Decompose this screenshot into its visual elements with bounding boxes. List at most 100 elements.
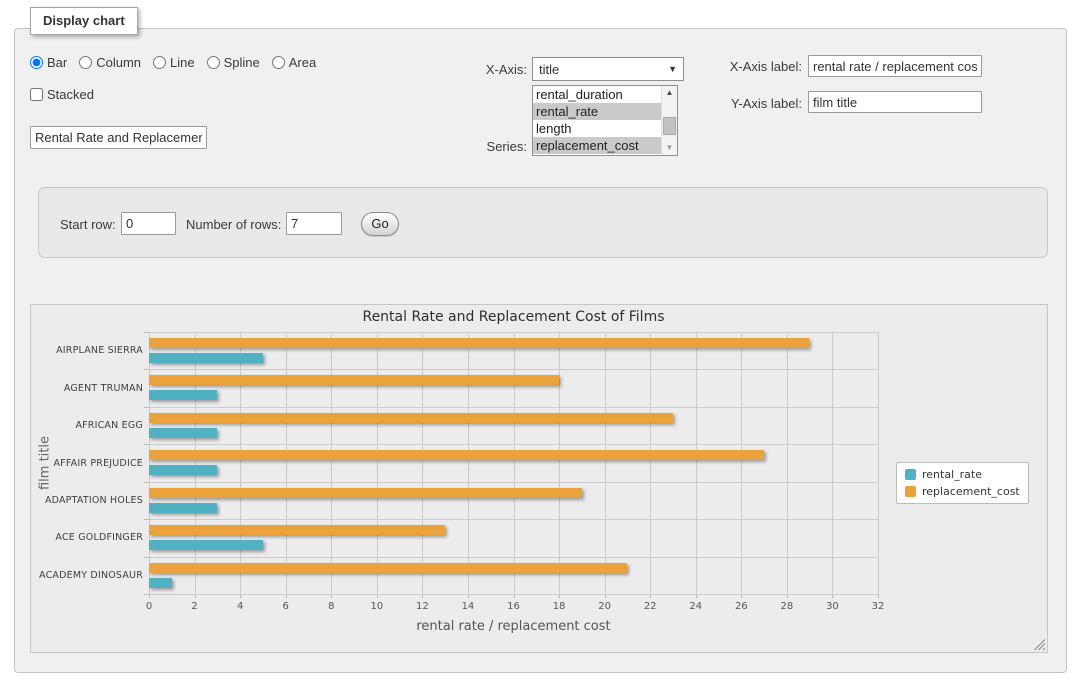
axis-tick [144, 557, 149, 558]
gridline [331, 332, 332, 594]
x-tick-label: 2 [170, 601, 220, 612]
start-row-label: Start row: [60, 217, 116, 232]
stacked-checkbox[interactable] [30, 88, 43, 101]
legend-item-rental_rate[interactable]: rental_rate [905, 468, 1020, 481]
x-tick-label: 24 [671, 601, 721, 612]
chart-title: Rental Rate and Replacement Cost of Film… [149, 309, 878, 325]
category-label: ACE GOLDFINGER [31, 532, 143, 543]
stacked-row: Stacked [30, 87, 102, 102]
radio-bar[interactable] [30, 56, 43, 69]
stacked-option[interactable]: Stacked [30, 87, 94, 102]
x-tick-label: 12 [397, 601, 447, 612]
scroll-up-icon[interactable]: ▲ [662, 86, 677, 100]
category-label: AFRICAN EGG [31, 420, 143, 431]
series-option-length[interactable]: length [533, 120, 661, 137]
gridline [878, 332, 879, 594]
x-tick-label: 0 [124, 601, 174, 612]
x-tick-label: 20 [580, 601, 630, 612]
axis-tick [144, 519, 149, 520]
bar-replacement_cost [149, 413, 673, 423]
radio-area[interactable] [272, 56, 285, 69]
legend-swatch [905, 469, 916, 480]
series-option-replacement_cost[interactable]: replacement_cost [533, 137, 661, 154]
category-label: AFFAIR PREJUDICE [31, 458, 143, 469]
x-axis-select[interactable]: title ▼ [532, 57, 684, 81]
gridline [149, 557, 878, 558]
fieldset-legend: Display chart [30, 7, 138, 35]
bar-replacement_cost [149, 375, 559, 385]
category-label: AIRPLANE SIERRA [31, 345, 143, 356]
x-axis-label-label: X-Axis label: [720, 59, 802, 74]
bar-replacement_cost [149, 338, 809, 348]
x-tick-label: 4 [215, 601, 265, 612]
x-axis-title: rental rate / replacement cost [149, 619, 878, 634]
radio-line[interactable] [153, 56, 166, 69]
start-row-input[interactable] [121, 212, 176, 235]
x-tick-label: 26 [716, 601, 766, 612]
chart-legend: rental_rate replacement_cost [896, 462, 1029, 504]
go-button[interactable]: Go [361, 212, 399, 236]
y-axis-label-label: Y-Axis label: [720, 96, 802, 111]
x-axis-selected-value: title [539, 62, 559, 77]
gridline [377, 332, 378, 594]
chart-type-option-area[interactable]: Area [272, 55, 316, 70]
bar-rental_rate [149, 428, 217, 438]
gridline [149, 444, 878, 445]
y-axis-label-input[interactable] [808, 91, 982, 113]
gridline [240, 332, 241, 594]
category-label: AGENT TRUMAN [31, 383, 143, 394]
radio-label: Bar [47, 55, 67, 70]
scrollbar-thumb[interactable] [663, 117, 676, 135]
bar-replacement_cost [149, 488, 582, 498]
scroll-down-icon[interactable]: ▼ [662, 141, 677, 155]
axis-tick [144, 332, 149, 333]
gridline [650, 332, 651, 594]
num-rows-label: Number of rows: [186, 217, 281, 232]
radio-spline[interactable] [207, 56, 220, 69]
bar-replacement_cost [149, 563, 627, 573]
series-listbox[interactable]: rental_durationrental_ratelengthreplacem… [532, 85, 678, 156]
gridline [422, 332, 423, 594]
bar-rental_rate [149, 578, 172, 588]
radio-column[interactable] [79, 56, 92, 69]
chart-type-option-spline[interactable]: Spline [207, 55, 260, 70]
bar-rental_rate [149, 390, 217, 400]
chart-title-input[interactable] [30, 126, 207, 149]
chart-type-option-column[interactable]: Column [79, 55, 141, 70]
bar-rental_rate [149, 465, 217, 475]
radio-label: Column [96, 55, 141, 70]
plot-area [149, 332, 878, 594]
gridline [149, 594, 878, 595]
radio-label: Spline [224, 55, 260, 70]
x-tick-label: 30 [807, 601, 857, 612]
series-select-label: Series: [460, 139, 527, 154]
resize-handle-icon[interactable] [1033, 638, 1045, 650]
gridline [149, 407, 878, 408]
legend-swatch [905, 486, 916, 497]
chart-type-option-line[interactable]: Line [153, 55, 195, 70]
series-option-rental_duration[interactable]: rental_duration [533, 86, 661, 103]
series-scrollbar[interactable]: ▲ ▼ [661, 86, 677, 155]
x-axis-label-input[interactable] [808, 55, 982, 77]
page: Display chart Bar Column Line Spline Area St… [0, 0, 1081, 681]
axis-tick [144, 482, 149, 483]
gridline [149, 332, 150, 594]
series-options: rental_durationrental_ratelengthreplacem… [533, 86, 661, 154]
x-tick-label: 14 [443, 601, 493, 612]
x-axis-select-label: X-Axis: [440, 62, 527, 77]
axis-tick [144, 444, 149, 445]
num-rows-input[interactable] [286, 212, 342, 235]
gridline [149, 519, 878, 520]
gridline [468, 332, 469, 594]
gridline [787, 332, 788, 594]
bar-replacement_cost [149, 450, 764, 460]
series-option-rental_rate[interactable]: rental_rate [533, 103, 661, 120]
bar-replacement_cost [149, 525, 445, 535]
gridline [741, 332, 742, 594]
chart-type-option-bar[interactable]: Bar [30, 55, 67, 70]
legend-item-replacement_cost[interactable]: replacement_cost [905, 485, 1020, 498]
axis-tick [144, 407, 149, 408]
gridline [149, 332, 878, 333]
gridline [832, 332, 833, 594]
axis-tick [144, 369, 149, 370]
